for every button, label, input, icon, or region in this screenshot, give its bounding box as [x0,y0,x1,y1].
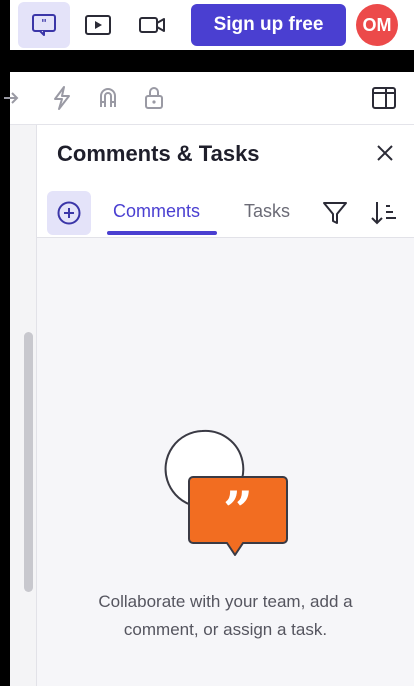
plus-circle-icon [57,201,81,225]
lightning-icon[interactable] [48,84,76,112]
active-tab-indicator [107,231,217,235]
comments-tasks-panel: Comments & Tasks Comments Tasks ” Collab… [37,125,414,686]
close-icon [377,145,393,161]
app-root: " Sign up free OM Comments & Tasks Comme… [0,0,414,686]
secondary-toolbar [4,72,414,124]
sort-icon [371,202,396,225]
comments-toolbar-button[interactable]: " [18,2,70,48]
magnet-icon[interactable] [94,84,122,112]
comment-icon: " [32,14,56,36]
quote-mark-icon: ” [223,481,253,542]
play-icon [85,15,111,35]
sort-button[interactable] [369,199,399,227]
sign-up-free-button[interactable]: Sign up free [191,4,346,46]
avatar[interactable]: OM [356,4,398,46]
tab-comments[interactable]: Comments [113,201,200,222]
top-toolbar: " Sign up free OM [10,0,414,50]
empty-state-line-1: Collaborate with your team, add a [98,592,353,611]
empty-state-line-2: comment, or assign a task. [123,620,328,639]
present-button[interactable] [72,2,124,48]
filter-icon [323,202,347,224]
comments-illustration: ” [164,429,288,556]
scrollbar[interactable] [24,332,33,592]
panel-title: Comments & Tasks [57,141,260,166]
video-button[interactable] [126,2,178,48]
panel-layout-icon[interactable] [370,84,398,112]
close-button[interactable] [371,139,399,167]
tab-tasks[interactable]: Tasks [244,201,290,222]
add-comment-button[interactable] [47,191,91,235]
video-camera-icon [139,17,165,33]
arrow-icon[interactable] [0,84,26,112]
lock-icon[interactable] [140,84,168,112]
svg-text:": " [41,17,47,30]
empty-state-message: Collaborate with your team, add a commen… [37,588,414,644]
filter-button[interactable] [321,199,349,227]
